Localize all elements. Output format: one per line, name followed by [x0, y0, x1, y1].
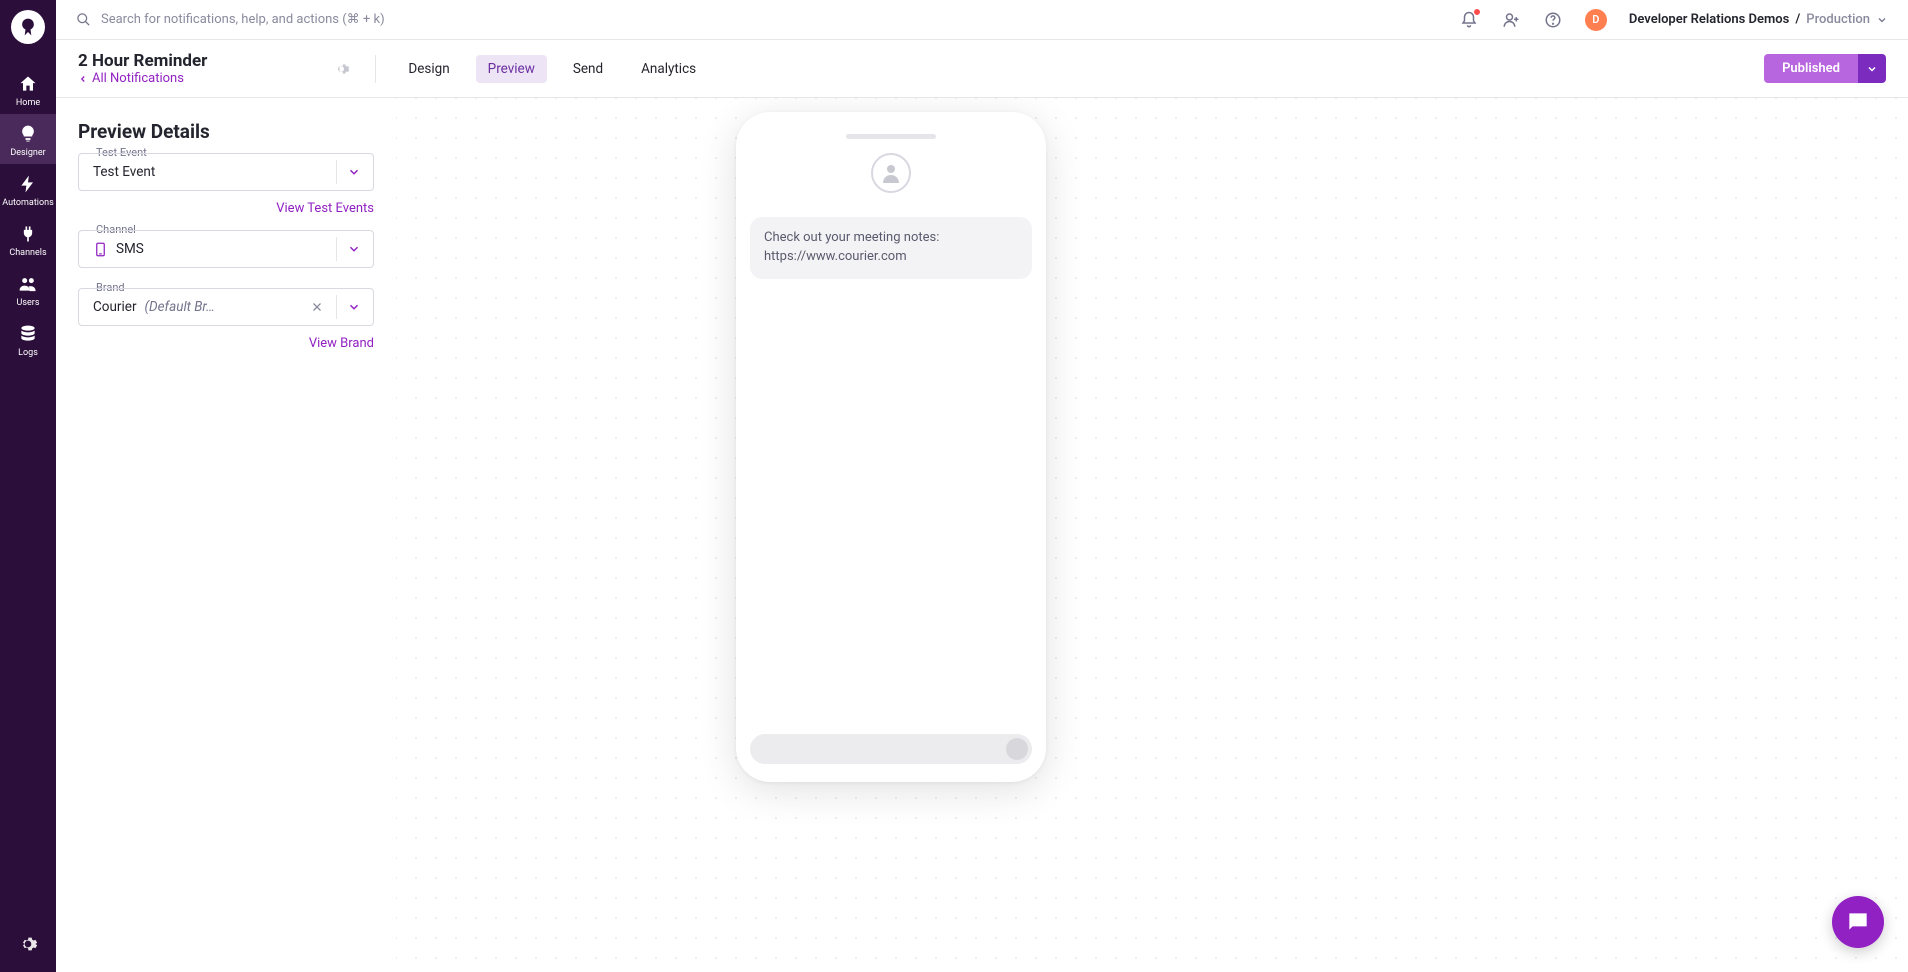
- page-title: 2 Hour Reminder: [78, 51, 207, 71]
- gear-icon: [18, 934, 38, 954]
- contact-avatar: [871, 153, 911, 193]
- search-input[interactable]: [101, 12, 501, 27]
- channel-select[interactable]: SMS: [78, 230, 374, 268]
- test-event-select[interactable]: Test Event: [78, 153, 374, 191]
- preview-canvas: Check out your meeting notes: https://ww…: [396, 98, 1908, 972]
- brand-select[interactable]: Courier (Default Br…: [78, 288, 374, 326]
- tab-design[interactable]: Design: [396, 55, 461, 83]
- org-name: Developer Relations Demos: [1629, 12, 1789, 27]
- app-logo[interactable]: [11, 10, 45, 44]
- field-brand: Brand Courier (Default Br…: [78, 288, 374, 326]
- sidebar-item-label: Automations: [2, 198, 53, 208]
- chat-icon: [1845, 909, 1871, 935]
- content: Preview Details Test Event Test Event Vi…: [56, 98, 1908, 972]
- tabs: Design Preview Send Analytics: [396, 55, 708, 83]
- notifications-button[interactable]: [1459, 10, 1479, 30]
- sidebar-item-label: Users: [17, 298, 40, 308]
- divider: [375, 55, 376, 83]
- send-dot: [1006, 738, 1028, 760]
- bolt-icon: [18, 174, 38, 194]
- sidebar-item-home[interactable]: Home: [0, 64, 56, 114]
- sidebar-item-channels[interactable]: Channels: [0, 214, 56, 264]
- tab-analytics[interactable]: Analytics: [629, 55, 708, 83]
- chevron-down-icon[interactable]: [343, 161, 365, 183]
- sidebar-item-label: Home: [16, 98, 40, 108]
- sidebar: Home Designer Automations Channels Users…: [0, 0, 56, 972]
- sms-icon: [93, 242, 108, 257]
- search-wrap: [76, 12, 1445, 27]
- tab-send[interactable]: Send: [561, 55, 615, 83]
- phone-mockup: Check out your meeting notes: https://ww…: [736, 112, 1046, 782]
- plug-icon: [18, 224, 38, 244]
- back-link[interactable]: All Notifications: [78, 71, 207, 86]
- notification-settings-button[interactable]: [327, 55, 355, 83]
- help-button[interactable]: [1543, 10, 1563, 30]
- chevron-down-icon: [1876, 14, 1888, 26]
- sidebar-item-logs[interactable]: Logs: [0, 314, 56, 364]
- view-test-events-link[interactable]: View Test Events: [78, 201, 374, 216]
- topbar: D Developer Relations Demos / Production: [56, 0, 1908, 40]
- chevron-down-icon[interactable]: [343, 238, 365, 260]
- chevron-left-icon: [78, 74, 88, 84]
- phone-speaker: [846, 134, 936, 139]
- sidebar-item-designer[interactable]: Designer: [0, 114, 56, 164]
- close-icon: [311, 301, 323, 313]
- page-header: 2 Hour Reminder All Notifications Design…: [56, 40, 1908, 98]
- env-name: Production: [1806, 12, 1870, 27]
- invite-user-button[interactable]: [1501, 10, 1521, 30]
- search-icon: [76, 12, 91, 27]
- clear-brand-button[interactable]: [308, 298, 326, 316]
- avatar[interactable]: D: [1585, 9, 1607, 31]
- users-icon: [18, 274, 38, 294]
- main-area: D Developer Relations Demos / Production…: [56, 0, 1908, 972]
- gear-icon: [332, 60, 350, 78]
- designer-icon: [18, 124, 38, 144]
- sms-message-bubble: Check out your meeting notes: https://ww…: [750, 217, 1032, 279]
- section-title: Preview Details: [78, 120, 374, 143]
- notification-dot: [1473, 8, 1481, 16]
- database-icon: [18, 324, 38, 344]
- publish-dropdown-button[interactable]: [1858, 54, 1886, 83]
- field-channel: Channel SMS: [78, 230, 374, 268]
- field-test-event: Test Event Test Event: [78, 153, 374, 191]
- sidebar-item-users[interactable]: Users: [0, 264, 56, 314]
- user-plus-icon: [1502, 11, 1520, 29]
- sidebar-item-settings[interactable]: [0, 920, 56, 972]
- tab-preview[interactable]: Preview: [476, 55, 547, 83]
- chevron-down-icon: [1866, 63, 1878, 75]
- home-icon: [18, 74, 38, 94]
- intercom-launcher[interactable]: [1832, 896, 1884, 948]
- publish-group: Published: [1764, 54, 1886, 83]
- sidebar-item-label: Designer: [10, 148, 45, 158]
- publish-button[interactable]: Published: [1764, 54, 1858, 83]
- sidebar-item-label: Logs: [18, 348, 38, 358]
- chevron-down-icon[interactable]: [343, 296, 365, 318]
- org-switcher[interactable]: Developer Relations Demos / Production: [1629, 12, 1888, 27]
- view-brand-link[interactable]: View Brand: [78, 336, 374, 351]
- sidebar-item-automations[interactable]: Automations: [0, 164, 56, 214]
- phone-compose-bar: [750, 734, 1032, 764]
- preview-details-panel: Preview Details Test Event Test Event Vi…: [56, 98, 396, 972]
- help-icon: [1544, 11, 1562, 29]
- sidebar-item-label: Channels: [9, 248, 46, 258]
